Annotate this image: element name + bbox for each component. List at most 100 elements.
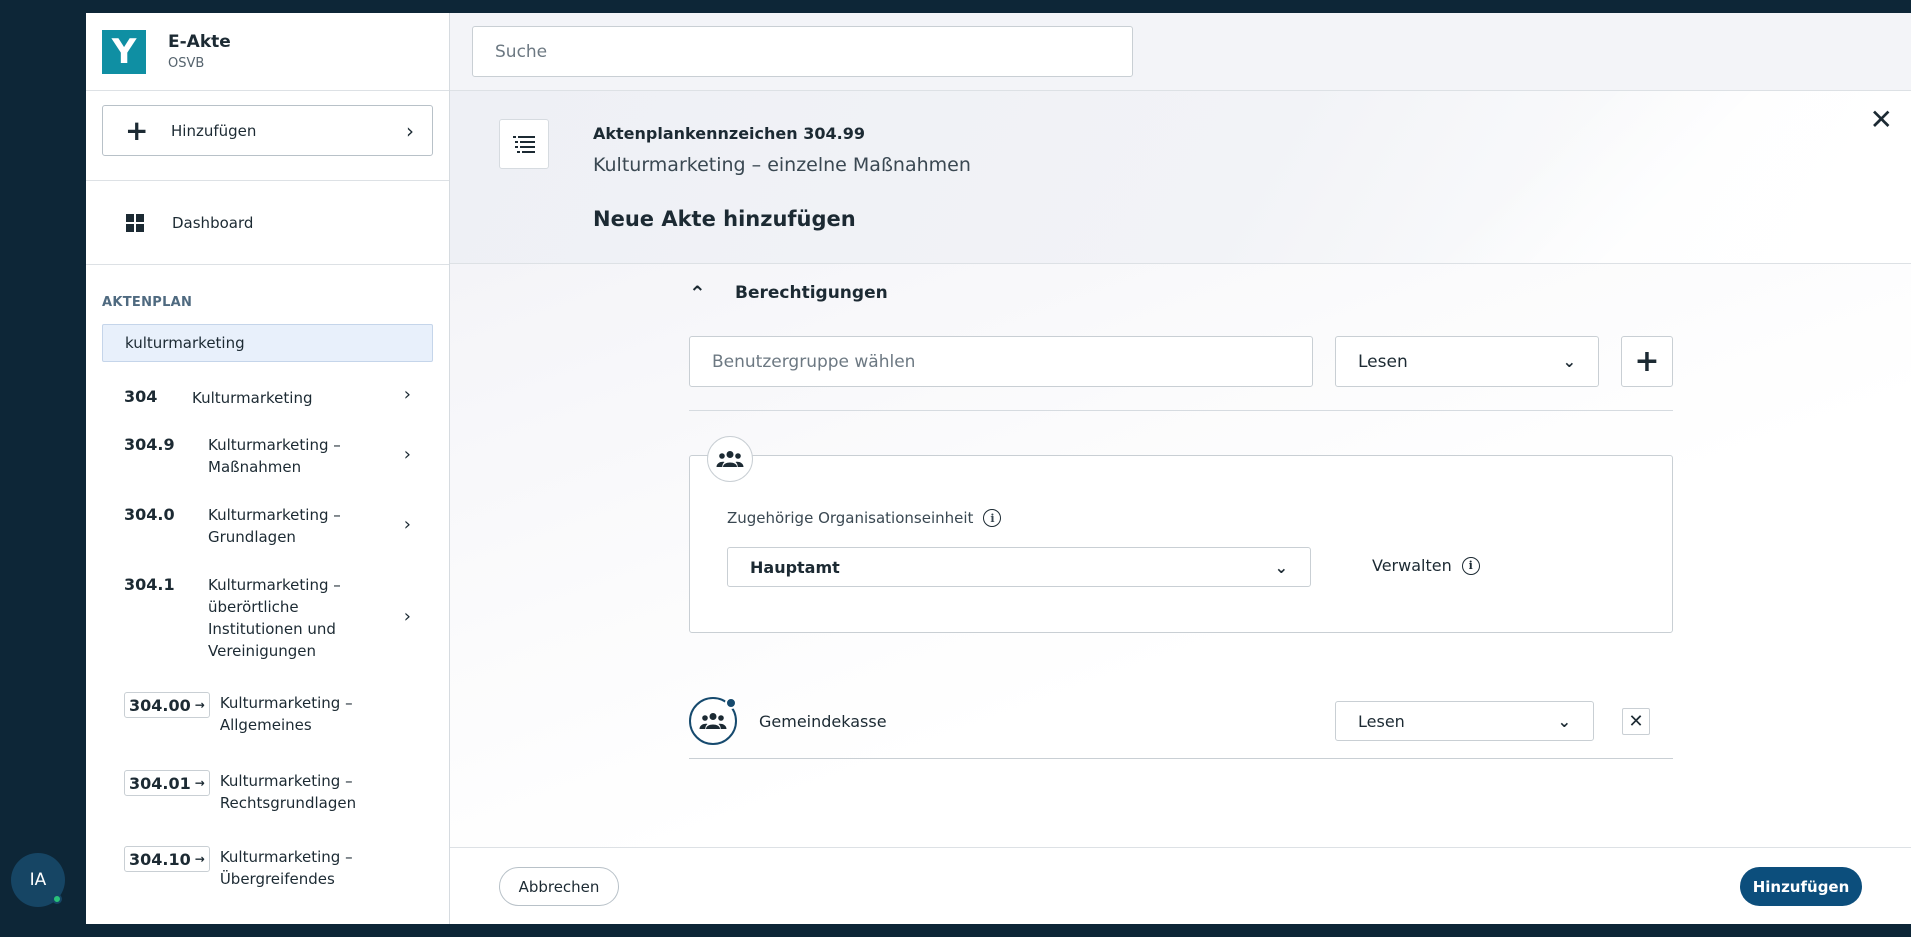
arrow-right-icon: → — [194, 698, 205, 712]
org-unit-select[interactable]: Hauptamt ⌄ — [727, 547, 1311, 587]
add-button[interactable]: + Hinzufügen › — [102, 105, 433, 156]
chevron-down-icon: ⌄ — [1562, 352, 1576, 371]
org-unit-label: Zugehörige Organisationseinheit i — [727, 509, 1002, 527]
tree-item-label: Kulturmarketing – Allgemeines — [219, 694, 353, 734]
record-name: Kulturmarketing – einzelne Maßnahmen — [593, 154, 971, 176]
online-status-dot — [52, 894, 62, 904]
member-permission-value: Lesen — [1358, 711, 1405, 731]
app-window: Y E-Akte OSVB + Hinzufügen › Dashboard A… — [86, 13, 1911, 924]
topbar: Suche — [450, 13, 1911, 91]
user-initials: IA — [29, 870, 47, 890]
chevron-up-icon: ⌃ — [689, 281, 706, 305]
logo-letter: Y — [111, 31, 137, 72]
section-title: Berechtigungen — [735, 283, 888, 303]
user-avatar[interactable]: IA — [11, 853, 65, 907]
form-footer: Abbrechen Hinzufügen — [450, 847, 1911, 924]
plus-icon: + — [1634, 344, 1660, 379]
tree-item-label: Kulturmarketing – überörtliche Instituti… — [208, 576, 341, 660]
info-icon[interactable]: i — [1461, 556, 1480, 575]
list-menu-icon — [513, 136, 535, 153]
code-text: 304.01 — [129, 773, 191, 793]
plus-icon: + — [125, 113, 149, 147]
member-name: Gemeindekasse — [759, 712, 887, 731]
permissions-section-toggle[interactable]: ⌃ Berechtigungen — [689, 281, 888, 305]
tree-item-label: Kulturmarketing – Grundlagen — [208, 506, 341, 546]
arrow-right-icon: → — [194, 852, 205, 866]
app-logo[interactable]: Y — [102, 29, 146, 74]
org-unit-card — [689, 455, 1673, 633]
tree-item-label: Kulturmarketing – Übergreifendes — [219, 848, 353, 888]
sidebar: Y E-Akte OSVB + Hinzufügen › Dashboard A… — [86, 13, 450, 924]
main-panel: Suche Aktenplankennzeichen 304.99 Kultur… — [450, 13, 1911, 924]
org-unit-label-text: Zugehörige Organisationseinheit — [727, 509, 974, 527]
aktenplan-tree: 304 Kulturmarketing › 304.9 Kulturmarket… — [86, 384, 449, 906]
tree-item-code: 304.9 — [124, 435, 175, 454]
tree-item[interactable]: 304.01 → Kulturmarketing – Rechtsgrundlag… — [86, 770, 449, 846]
cancel-button[interactable]: Abbrechen — [499, 867, 619, 906]
tree-item-label: Kulturmarketing — [192, 389, 313, 407]
page-title: Neue Akte hinzufügen — [593, 207, 856, 231]
tree-item-code[interactable]: 304.10 → — [124, 846, 210, 872]
permission-select-value: Lesen — [1358, 351, 1408, 372]
user-group-input[interactable]: Benutzergruppe wählen — [689, 336, 1313, 387]
member-avatar — [689, 697, 737, 745]
tree-item[interactable]: 304.1 Kulturmarketing – überörtliche Ins… — [86, 574, 449, 692]
tree-item[interactable]: 304.0 Kulturmarketing – Grundlagen › — [86, 504, 449, 574]
form-content: ⌃ Berechtigungen Benutzergruppe wählen L… — [450, 264, 1911, 847]
tree-item[interactable]: 304.9 Kulturmarketing – Maßnahmen › — [86, 434, 449, 504]
code-text: 304.10 — [129, 849, 191, 869]
tree-item-code: 304 — [124, 387, 158, 406]
tree-item-code[interactable]: 304.01 → — [124, 770, 210, 796]
page-header: Aktenplankennzeichen 304.99 Kulturmarket… — [450, 91, 1911, 264]
app-subtitle: OSVB — [168, 56, 205, 71]
submit-button[interactable]: Hinzufügen — [1740, 867, 1862, 906]
member-row: Gemeindekasse Lesen ⌄ ✕ — [689, 697, 1673, 759]
add-section: + Hinzufügen › — [86, 91, 449, 181]
record-code: Aktenplankennzeichen 304.99 — [593, 124, 865, 143]
chevron-down-icon: ⌄ — [1557, 711, 1571, 731]
tree-item[interactable]: 304.10 → Kulturmarketing – Übergreifendes — [86, 846, 449, 906]
divider — [689, 410, 1673, 411]
remove-member-button[interactable]: ✕ — [1622, 708, 1650, 735]
chevron-right-icon: › — [406, 118, 414, 143]
tree-item-code: 304.1 — [124, 575, 175, 594]
left-rail: IA — [0, 0, 86, 937]
app-title: E-Akte — [168, 32, 231, 52]
aktenplan-heading: AKTENPLAN — [102, 295, 193, 310]
group-icon-badge — [707, 436, 753, 482]
brand-header: Y E-Akte OSVB — [86, 13, 449, 91]
group-icon — [716, 451, 744, 467]
org-unit-select-value: Hauptamt — [750, 557, 840, 577]
list-menu-button[interactable] — [499, 119, 549, 169]
search-input[interactable]: Suche — [472, 26, 1133, 77]
header-decoration — [1391, 91, 1911, 263]
chevron-right-icon: › — [403, 444, 411, 465]
dashboard-icon — [126, 213, 144, 232]
tree-item-code[interactable]: 304.00 → — [124, 692, 210, 718]
tree-item-code: 304.0 — [124, 505, 175, 524]
close-icon: ✕ — [1628, 711, 1644, 732]
info-icon[interactable]: i — [983, 509, 1002, 527]
permission-select[interactable]: Lesen ⌄ — [1335, 336, 1599, 387]
member-status-dot — [725, 697, 737, 709]
manage-label-text: Verwalten — [1372, 556, 1452, 575]
chevron-down-icon: ⌄ — [1274, 557, 1288, 577]
add-button-label: Hinzufügen — [171, 121, 257, 140]
sidebar-item-dashboard[interactable]: Dashboard — [86, 181, 449, 265]
chevron-right-icon: › — [403, 384, 411, 405]
aktenplan-filter-input[interactable]: kulturmarketing — [102, 324, 433, 362]
tree-item-label: Kulturmarketing – Maßnahmen — [208, 436, 341, 476]
manage-label: Verwalten i — [1372, 556, 1480, 575]
close-icon[interactable]: ✕ — [1870, 106, 1893, 134]
group-icon — [699, 713, 727, 729]
member-permission-select[interactable]: Lesen ⌄ — [1335, 701, 1594, 741]
add-permission-button[interactable]: + — [1621, 336, 1673, 387]
sidebar-item-label: Dashboard — [172, 213, 254, 232]
tree-item-label: Kulturmarketing – Rechtsgrundlagen — [219, 772, 357, 812]
chevron-right-icon: › — [403, 606, 411, 627]
code-text: 304.00 — [129, 695, 191, 715]
chevron-right-icon: › — [403, 514, 411, 535]
tree-item[interactable]: 304 Kulturmarketing › — [86, 384, 449, 434]
arrow-right-icon: → — [194, 776, 205, 790]
tree-item[interactable]: 304.00 → Kulturmarketing – Allgemeines — [86, 692, 449, 770]
